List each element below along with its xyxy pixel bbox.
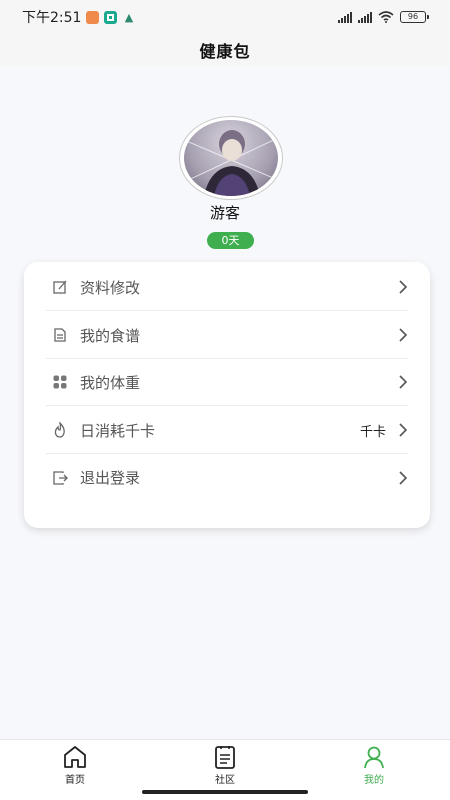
chevron-right-icon: [399, 423, 408, 437]
app-header: 健康包: [0, 34, 450, 66]
menu-card: 资料修改 我的食谱 我的体重 日消耗千卡 千卡 退出登录: [24, 262, 430, 528]
avatar[interactable]: [179, 116, 283, 200]
menu-item-edit-profile[interactable]: 资料修改: [46, 264, 408, 311]
recipe-icon: [52, 327, 68, 343]
username: 游客: [209, 204, 240, 222]
menu-item-label: 退出登录: [80, 469, 141, 487]
tab-community[interactable]: 社区: [195, 744, 255, 788]
menu-item-label: 资料修改: [80, 278, 141, 297]
community-icon: [215, 746, 235, 769]
avatar-image: [184, 120, 278, 196]
status-left: 下午2:51 ▲: [22, 7, 135, 27]
edit-icon: [52, 279, 68, 295]
signal-icon: [358, 11, 372, 23]
person-icon: [364, 746, 384, 769]
status-right: 96: [338, 11, 429, 23]
tab-home[interactable]: 首页: [45, 744, 105, 788]
chevron-right-icon: [399, 470, 408, 485]
wifi-icon: [378, 11, 394, 23]
menu-item-my-recipes[interactable]: 我的食谱: [46, 312, 408, 359]
home-icon: [64, 746, 86, 768]
menu-item-label: 日消耗千卡: [80, 421, 156, 440]
menu-item-daily-calories[interactable]: 日消耗千卡 千卡: [46, 407, 408, 454]
tab-mine[interactable]: 我的: [344, 744, 404, 788]
avatar-portrait-icon: [184, 130, 278, 196]
status-bar: 下午2:51 ▲ 96: [0, 0, 450, 34]
menu-item-logout[interactable]: 退出登录: [46, 454, 408, 501]
calorie-value: 千卡: [359, 424, 386, 440]
chevron-right-icon: [399, 280, 408, 294]
grid-icon: [52, 374, 68, 390]
menu-item-label: 我的体重: [80, 373, 141, 392]
home-indicator[interactable]: [142, 790, 308, 794]
page-title: 健康包: [199, 42, 251, 61]
menu-item-my-weight[interactable]: 我的体重: [46, 359, 408, 406]
days-badge: 0天: [207, 232, 254, 249]
chevron-right-icon: [399, 375, 408, 389]
signal-icon: [338, 11, 352, 23]
battery-icon: 96: [400, 11, 429, 23]
notification-app-icon: [104, 10, 118, 24]
notification-app-icon: [86, 10, 100, 24]
flame-icon: [52, 422, 68, 438]
tab-label: 我的: [364, 775, 384, 786]
notification-a-icon: ▲: [124, 10, 134, 24]
status-time: 下午2:51: [22, 10, 82, 26]
tab-label: 首页: [65, 775, 85, 786]
menu-item-label: 我的食谱: [80, 326, 141, 345]
logout-icon: [52, 470, 68, 486]
chevron-right-icon: [399, 328, 408, 342]
tab-label: 社区: [215, 775, 235, 786]
